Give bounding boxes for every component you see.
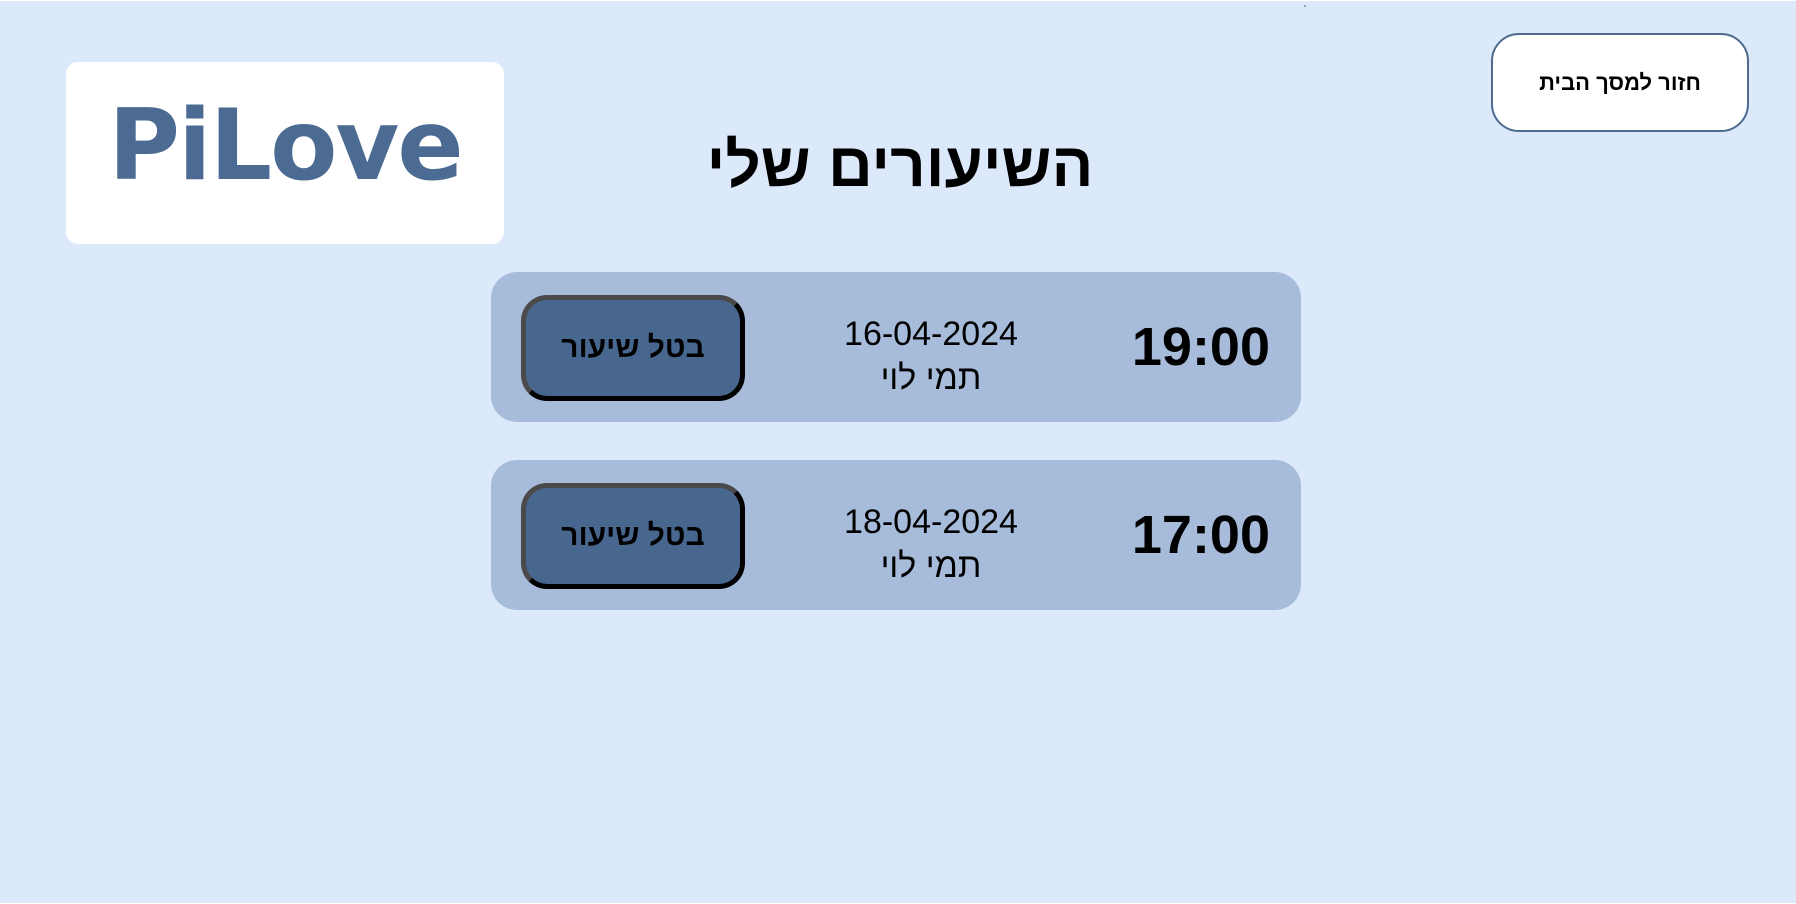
lesson-info: 16-04-2024 תמי לוי <box>821 312 1041 400</box>
cancel-lesson-button[interactable]: בטל שיעור <box>521 295 745 401</box>
lesson-card: 17:00 18-04-2024 תמי לוי בטל שיעור <box>491 460 1301 610</box>
stray-mark: ` <box>1303 3 1307 17</box>
lesson-info: 18-04-2024 תמי לוי <box>821 500 1041 588</box>
app-logo: PiLove <box>108 89 464 203</box>
page-title: השיעורים שלי <box>706 131 1094 200</box>
lesson-teacher: תמי לוי <box>880 359 982 397</box>
lesson-time: 17:00 <box>1131 505 1270 565</box>
cancel-lesson-button[interactable]: בטל שיעור <box>521 483 745 589</box>
back-to-home-button[interactable]: חזור למסך הבית <box>1491 33 1749 132</box>
lesson-date: 16-04-2024 <box>844 315 1018 353</box>
main-screen: ` PiLove חזור למסך הבית השיעורים שלי 19:… <box>0 1 1796 903</box>
logo-card: PiLove <box>66 62 504 244</box>
lesson-time: 19:00 <box>1131 317 1270 377</box>
lesson-card: 19:00 16-04-2024 תמי לוי בטל שיעור <box>491 272 1301 422</box>
lesson-teacher: תמי לוי <box>880 547 982 585</box>
lesson-date: 18-04-2024 <box>844 503 1018 541</box>
